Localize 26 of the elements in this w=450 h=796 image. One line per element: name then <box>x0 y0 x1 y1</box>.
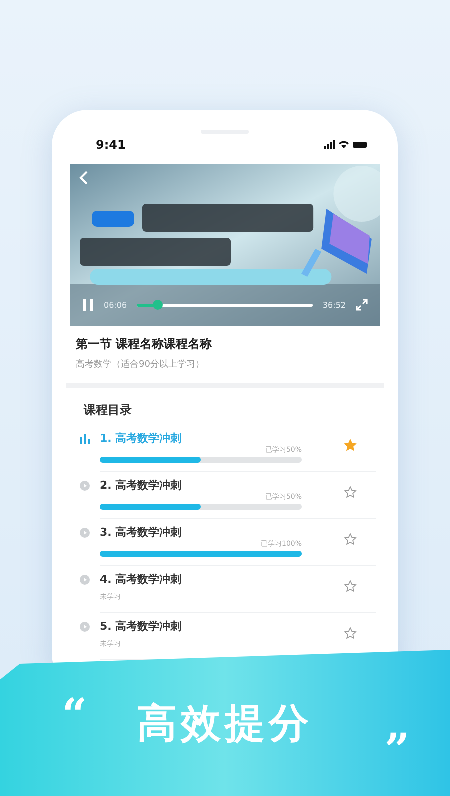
lesson-title[interactable]: 5. 高考数学冲刺 <box>100 619 302 634</box>
star-icon[interactable] <box>344 580 356 593</box>
section-subtitle: 高考数学（适合90分以上学习） <box>75 358 206 371</box>
play-icon[interactable] <box>80 575 90 585</box>
status-time: 9:41 <box>96 138 126 152</box>
back-button[interactable] <box>78 170 90 186</box>
status-icons <box>324 140 368 150</box>
play-icon[interactable] <box>80 622 90 632</box>
section-title: 第一节 课程名称课程名称 <box>75 336 214 353</box>
fullscreen-icon[interactable] <box>356 299 368 311</box>
lesson-title[interactable]: 3. 高考数学冲刺 <box>100 525 302 540</box>
lesson-title[interactable]: 4. 高考数学冲刺 <box>100 572 302 587</box>
star-icon[interactable] <box>344 486 356 499</box>
pause-button[interactable] <box>82 298 94 312</box>
duration: 36:52 <box>322 300 346 310</box>
play-icon[interactable] <box>80 528 90 538</box>
star-icon[interactable] <box>344 439 356 452</box>
lesson-title[interactable]: 2. 高考数学冲刺 <box>100 478 302 493</box>
banner-headline: 高效提分 <box>137 700 313 748</box>
star-icon[interactable] <box>344 627 356 640</box>
open-quote: “ <box>62 690 88 741</box>
play-icon[interactable] <box>80 481 90 491</box>
close-quote: ” <box>384 725 410 776</box>
catalog-title: 课程目录 <box>84 402 133 419</box>
star-icon[interactable] <box>344 533 356 546</box>
current-time: 06:06 <box>104 300 128 310</box>
